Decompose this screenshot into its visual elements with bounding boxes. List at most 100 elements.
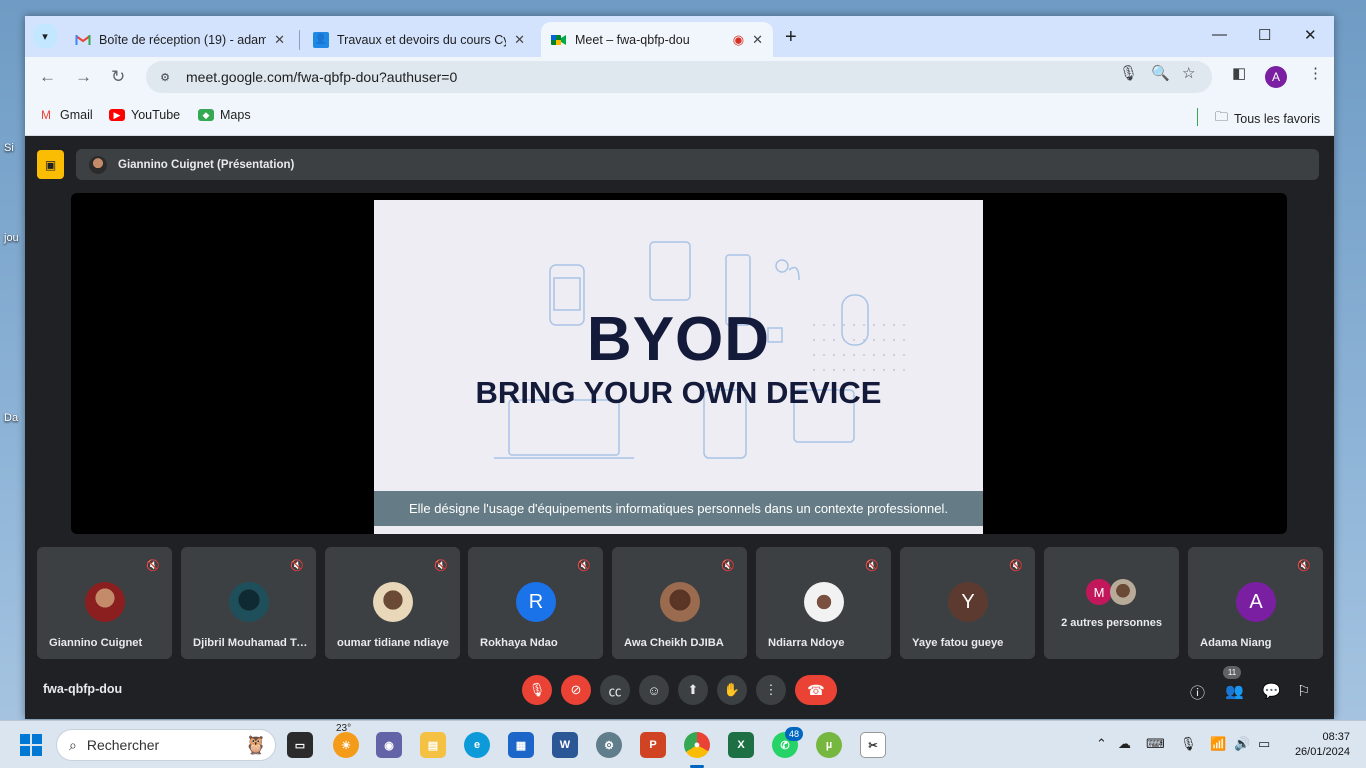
weather-temp: 23° xyxy=(336,723,352,734)
leave-call-button[interactable]: ☎ xyxy=(795,675,837,705)
task-view-icon[interactable]: ▭ xyxy=(287,732,313,758)
people-icon[interactable]: 👥 xyxy=(1225,682,1244,700)
mic-off-icon: 🔇 xyxy=(290,560,304,572)
participant-tile[interactable]: 🔇 R Rokhaya Ndao xyxy=(468,547,603,659)
store-icon[interactable]: ▦ xyxy=(508,732,534,758)
teams-icon[interactable]: ◉ xyxy=(376,732,402,758)
chat-icon[interactable]: 💬 xyxy=(1262,682,1281,700)
all-favorites[interactable]: 🗀 Tous les favoris xyxy=(1215,108,1320,130)
tab-search-button[interactable]: ▾ xyxy=(33,24,57,48)
site-info-icon[interactable]: ⚙ xyxy=(156,68,174,86)
menu-icon[interactable]: ⋮ xyxy=(1308,64,1323,82)
tab-classroom[interactable]: 👤 Travaux et devoirs du cours Cyb ✕ xyxy=(303,22,535,57)
others-tile[interactable]: M 2 autres personnes xyxy=(1044,547,1179,659)
zoom-icon[interactable]: 🔍 xyxy=(1151,64,1170,82)
desktop-label[interactable]: Si xyxy=(4,142,14,154)
side-panel-icon[interactable]: ◧ xyxy=(1232,64,1246,82)
presentation-toggle-button[interactable]: ▣ xyxy=(37,150,64,179)
whatsapp-badge: 48 xyxy=(785,727,803,741)
forward-icon[interactable]: → xyxy=(75,67,92,87)
settings-icon[interactable]: ⚙ xyxy=(596,732,622,758)
participant-tile[interactable]: 🔇 oumar tidiane ndiaye xyxy=(325,547,460,659)
meet-icon xyxy=(551,32,567,48)
minimize-button[interactable]: — xyxy=(1212,26,1227,43)
bookmark-star-icon[interactable]: ☆ xyxy=(1182,64,1195,82)
back-icon[interactable]: ← xyxy=(39,67,56,87)
desktop-label[interactable]: Da xyxy=(4,412,18,424)
present-button[interactable]: ⬆ xyxy=(678,675,708,705)
participant-tile[interactable]: 🔇 Djibril Mouhamad Tr... xyxy=(181,547,316,659)
slide-subtitle: BRING YOUR OWN DEVICE xyxy=(475,375,882,410)
participant-tile[interactable]: 🔇 Ndiarra Ndoye xyxy=(756,547,891,659)
bookmark-youtube[interactable]: ▶ YouTube xyxy=(109,108,180,122)
file-explorer-icon[interactable]: ▤ xyxy=(420,732,446,758)
participant-tile[interactable]: 🔇 A Adama Niang xyxy=(1188,547,1323,659)
maximize-button[interactable]: ☐ xyxy=(1258,26,1271,44)
all-favorites-label: Tous les favoris xyxy=(1234,112,1321,126)
new-tab-button[interactable]: + xyxy=(785,26,797,49)
more-options-button[interactable]: ⋮ xyxy=(756,675,786,705)
start-button[interactable] xyxy=(20,734,42,756)
chevron-down-icon: ▾ xyxy=(42,30,48,43)
keyboard-icon[interactable]: ⌨ xyxy=(1146,736,1165,752)
mic-off-icon: 🎙 xyxy=(528,682,546,697)
captions-button[interactable]: ㏄ xyxy=(600,675,630,705)
tab-title: Boîte de réception (19) - adama xyxy=(99,32,267,47)
participant-tile[interactable]: 🔇 Y Yaye fatou gueye xyxy=(900,547,1035,659)
camera-toggle-button[interactable]: ⊘ xyxy=(561,675,591,705)
desktop-label[interactable]: jou xyxy=(4,232,19,244)
emoji-icon: ☺ xyxy=(647,682,661,698)
info-icon[interactable]: ⓘ xyxy=(1190,682,1205,703)
clock-time: 08:37 xyxy=(1322,731,1350,743)
volume-icon[interactable]: 🔊 xyxy=(1234,736,1250,752)
participant-tile[interactable]: 🔇 Giannino Cuignet xyxy=(37,547,172,659)
powerpoint-icon[interactable]: P xyxy=(640,732,666,758)
edge-icon[interactable]: e xyxy=(464,732,490,758)
tab-gmail[interactable]: Boîte de réception (19) - adama ✕ xyxy=(65,22,295,57)
participant-name: oumar tidiane ndiaye xyxy=(337,637,449,649)
profile-avatar[interactable]: A xyxy=(1265,66,1287,88)
hand-icon: ✋ xyxy=(723,682,741,697)
excel-icon[interactable]: X xyxy=(728,732,754,758)
chevron-up-icon[interactable]: ⌃ xyxy=(1096,736,1107,752)
battery-icon[interactable]: ▭ xyxy=(1258,736,1270,752)
close-window-button[interactable]: ✕ xyxy=(1304,26,1317,44)
close-icon[interactable]: ✕ xyxy=(514,32,525,48)
avatar xyxy=(373,582,413,622)
shared-slide: BYOD BRING YOUR OWN DEVICE Elle désigne … xyxy=(374,200,983,534)
presentation-stage: BYOD BRING YOUR OWN DEVICE Elle désigne … xyxy=(71,193,1287,534)
tab-meet[interactable]: Meet – fwa-qbfp-dou ◉ ✕ xyxy=(541,22,773,57)
microphone-icon[interactable]: 🎙 xyxy=(1180,736,1197,752)
onedrive-icon[interactable]: ☁ xyxy=(1118,736,1131,752)
avatar: A xyxy=(1236,582,1276,622)
reactions-button[interactable]: ☺ xyxy=(639,675,669,705)
taskbar-search[interactable]: ⌕ Rechercher 🦉 xyxy=(56,729,276,761)
reload-icon[interactable]: ↻ xyxy=(111,67,125,87)
slide-title: BYOD xyxy=(586,305,771,374)
snipping-tool-icon[interactable]: ✂ xyxy=(860,732,886,758)
raise-hand-button[interactable]: ✋ xyxy=(717,675,747,705)
mic-toggle-button[interactable]: 🎙 xyxy=(522,675,552,705)
close-icon[interactable]: ✕ xyxy=(752,32,763,48)
weather-icon[interactable]: ☀ xyxy=(333,732,359,758)
address-bar[interactable]: ⚙ meet.google.com/fwa-qbfp-dou?authuser=… xyxy=(146,61,1212,93)
tab-strip: ▾ Boîte de réception (19) - adama ✕ 👤 Tr… xyxy=(25,16,1334,57)
close-icon[interactable]: ✕ xyxy=(274,32,285,48)
bookmark-maps[interactable]: ◆ Maps xyxy=(198,108,251,122)
mic-off-icon: 🔇 xyxy=(721,560,735,572)
wifi-icon[interactable]: 📶 xyxy=(1210,736,1226,752)
bookmark-gmail[interactable]: M Gmail xyxy=(38,108,93,122)
bookmark-label: Gmail xyxy=(60,108,93,122)
utorrent-icon[interactable]: µ xyxy=(816,732,842,758)
system-clock[interactable]: 08:37 26/01/2024 xyxy=(1295,730,1350,760)
url-text[interactable]: meet.google.com/fwa-qbfp-dou?authuser=0 xyxy=(186,69,457,85)
bookmark-label: Maps xyxy=(220,108,251,122)
microphone-icon[interactable]: 🎙 xyxy=(1119,64,1138,82)
taskbar: ⌕ Rechercher 🦉 ▭ ☀ 23° ◉ ▤ e ▦ W ⚙ P ● X… xyxy=(0,720,1366,768)
activities-icon[interactable]: ⚐ xyxy=(1297,682,1310,700)
youtube-icon: ▶ xyxy=(109,109,125,121)
chrome-icon[interactable]: ● xyxy=(684,732,710,758)
word-icon[interactable]: W xyxy=(552,732,578,758)
participant-tile[interactable]: 🔇 Awa Cheikh DJIBA xyxy=(612,547,747,659)
avatar xyxy=(804,582,844,622)
